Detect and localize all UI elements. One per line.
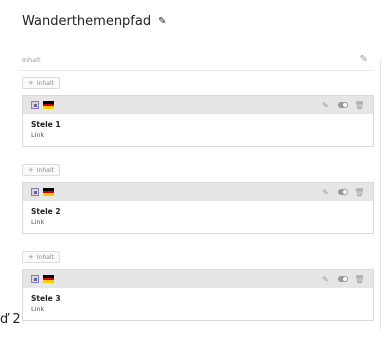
content-type-icon (31, 188, 39, 196)
stray-text: ď 2 (0, 312, 21, 327)
card-actions: ✎ 🗑 (316, 99, 367, 111)
add-content-label: Inhalt (36, 166, 54, 174)
card-subtitle: Link (31, 218, 45, 226)
edit-icon[interactable]: ✎ (360, 54, 368, 65)
panel-label: Inhalt (22, 56, 41, 64)
add-content-button[interactable]: + Inhalt (22, 251, 60, 263)
toggle-icon[interactable] (335, 186, 350, 198)
content-type-icon (31, 275, 39, 283)
card-header: ✎ 🗑 (23, 270, 373, 288)
card-subtitle: Link (31, 131, 45, 139)
page-title-text: Wanderthemenpfad (22, 14, 152, 29)
add-content-button[interactable]: + Inhalt (22, 164, 60, 176)
content-panel: Inhalt ✎ + Inhalt ✎ 🗑 Stele 1 Link + Inh… (18, 50, 378, 340)
card-header: ✎ 🗑 (23, 96, 373, 114)
content-card: ✎ 🗑 Stele 3 Link (22, 269, 374, 321)
trash-icon[interactable]: 🗑 (352, 186, 367, 198)
german-flag-icon (43, 188, 54, 196)
add-content-label: Inhalt (36, 79, 54, 87)
card-header: ✎ 🗑 (23, 183, 373, 201)
trash-icon[interactable]: 🗑 (352, 99, 367, 111)
card-title: Stele 3 (31, 294, 61, 303)
plus-icon: + (28, 166, 34, 174)
card-title: Stele 2 (31, 207, 61, 216)
card-title: Stele 1 (31, 120, 61, 129)
pencil-icon[interactable]: ✎ (318, 99, 333, 111)
plus-icon: + (28, 253, 34, 261)
toggle-icon[interactable] (335, 99, 350, 111)
content-card: ✎ 🗑 Stele 2 Link (22, 182, 374, 234)
pencil-icon[interactable]: ✎ (318, 273, 333, 285)
toggle-icon[interactable] (335, 273, 350, 285)
add-content-button[interactable]: + Inhalt (22, 77, 60, 89)
trash-icon[interactable]: 🗑 (352, 273, 367, 285)
page-title: Wanderthemenpfad ✎ (22, 14, 167, 29)
pencil-icon[interactable]: ✎ (158, 16, 166, 27)
panel-header: Inhalt ✎ (18, 50, 374, 71)
add-content-label: Inhalt (36, 253, 54, 261)
plus-icon: + (28, 79, 34, 87)
content-type-icon (31, 101, 39, 109)
card-actions: ✎ 🗑 (316, 186, 367, 198)
divider (380, 60, 381, 330)
card-actions: ✎ 🗑 (316, 273, 367, 285)
content-card: ✎ 🗑 Stele 1 Link (22, 95, 374, 147)
pencil-icon[interactable]: ✎ (318, 186, 333, 198)
german-flag-icon (43, 275, 54, 283)
german-flag-icon (43, 101, 54, 109)
card-subtitle: Link (31, 305, 45, 313)
